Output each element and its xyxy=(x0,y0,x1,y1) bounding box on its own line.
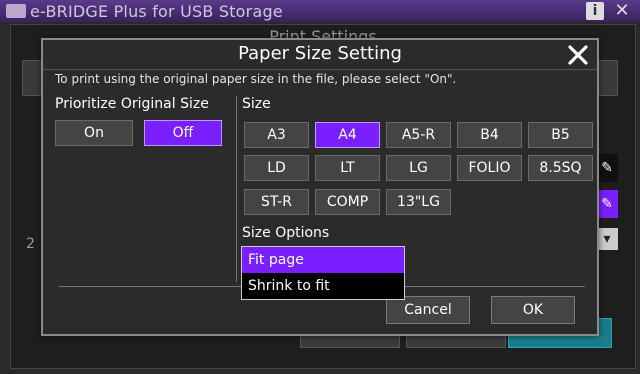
paper-size-dialog: Paper Size Setting To print using the or… xyxy=(41,38,599,336)
info-icon[interactable]: i xyxy=(586,2,604,20)
size-b5-button[interactable]: B5 xyxy=(528,122,593,148)
size-folio-button[interactable]: FOLIO xyxy=(457,155,522,181)
size-ld-button[interactable]: LD xyxy=(244,155,309,181)
prioritize-label: Prioritize Original Size xyxy=(55,96,209,112)
size-lt-button[interactable]: LT xyxy=(315,155,380,181)
size-b4-button[interactable]: B4 xyxy=(457,122,522,148)
app-close-icon[interactable]: ✕ xyxy=(612,2,632,20)
size-a3-button[interactable]: A3 xyxy=(244,122,309,148)
size-lg-button[interactable]: LG xyxy=(386,155,451,181)
dialog-hint: To print using the original paper size i… xyxy=(55,72,457,86)
size-comp-button[interactable]: COMP xyxy=(315,189,380,215)
divider xyxy=(236,96,237,282)
size-option-shrink-to-fit[interactable]: Shrink to fit xyxy=(242,273,404,299)
size-option-fit-page[interactable]: Fit page xyxy=(242,247,404,273)
size-st-r-button[interactable]: ST-R xyxy=(244,189,309,215)
size-options-label: Size Options xyxy=(242,225,330,241)
dialog-title: Paper Size Setting xyxy=(238,43,402,64)
size-label: Size xyxy=(242,96,271,112)
close-icon xyxy=(568,45,588,65)
size-a5r-button[interactable]: A5-R xyxy=(386,122,451,148)
background-tile xyxy=(596,60,618,96)
app-title: e-BRIDGE Plus for USB Storage xyxy=(30,1,283,21)
prioritize-on-button[interactable]: On xyxy=(55,120,133,146)
app-titlebar: e-BRIDGE Plus for USB Storage i ✕ xyxy=(0,0,640,22)
size-a4-button[interactable]: A4 xyxy=(315,122,380,148)
app-logo-icon xyxy=(6,4,26,18)
background-value: 2 xyxy=(26,236,35,252)
cancel-button[interactable]: Cancel xyxy=(386,296,470,324)
chevron-down-icon[interactable]: ▾ xyxy=(596,228,618,250)
close-button[interactable] xyxy=(565,42,591,68)
ok-button[interactable]: OK xyxy=(491,296,575,324)
prioritize-off-button[interactable]: Off xyxy=(144,120,222,146)
size-8-5sq-button[interactable]: 8.5SQ xyxy=(528,155,593,181)
edit-icon[interactable]: ✎ xyxy=(596,190,618,218)
dialog-header: Paper Size Setting xyxy=(43,40,597,70)
edit-icon[interactable]: ✎ xyxy=(596,154,618,182)
size-13lg-button[interactable]: 13"LG xyxy=(386,189,451,215)
size-options-dropdown[interactable]: Fit page Shrink to fit xyxy=(241,246,405,300)
